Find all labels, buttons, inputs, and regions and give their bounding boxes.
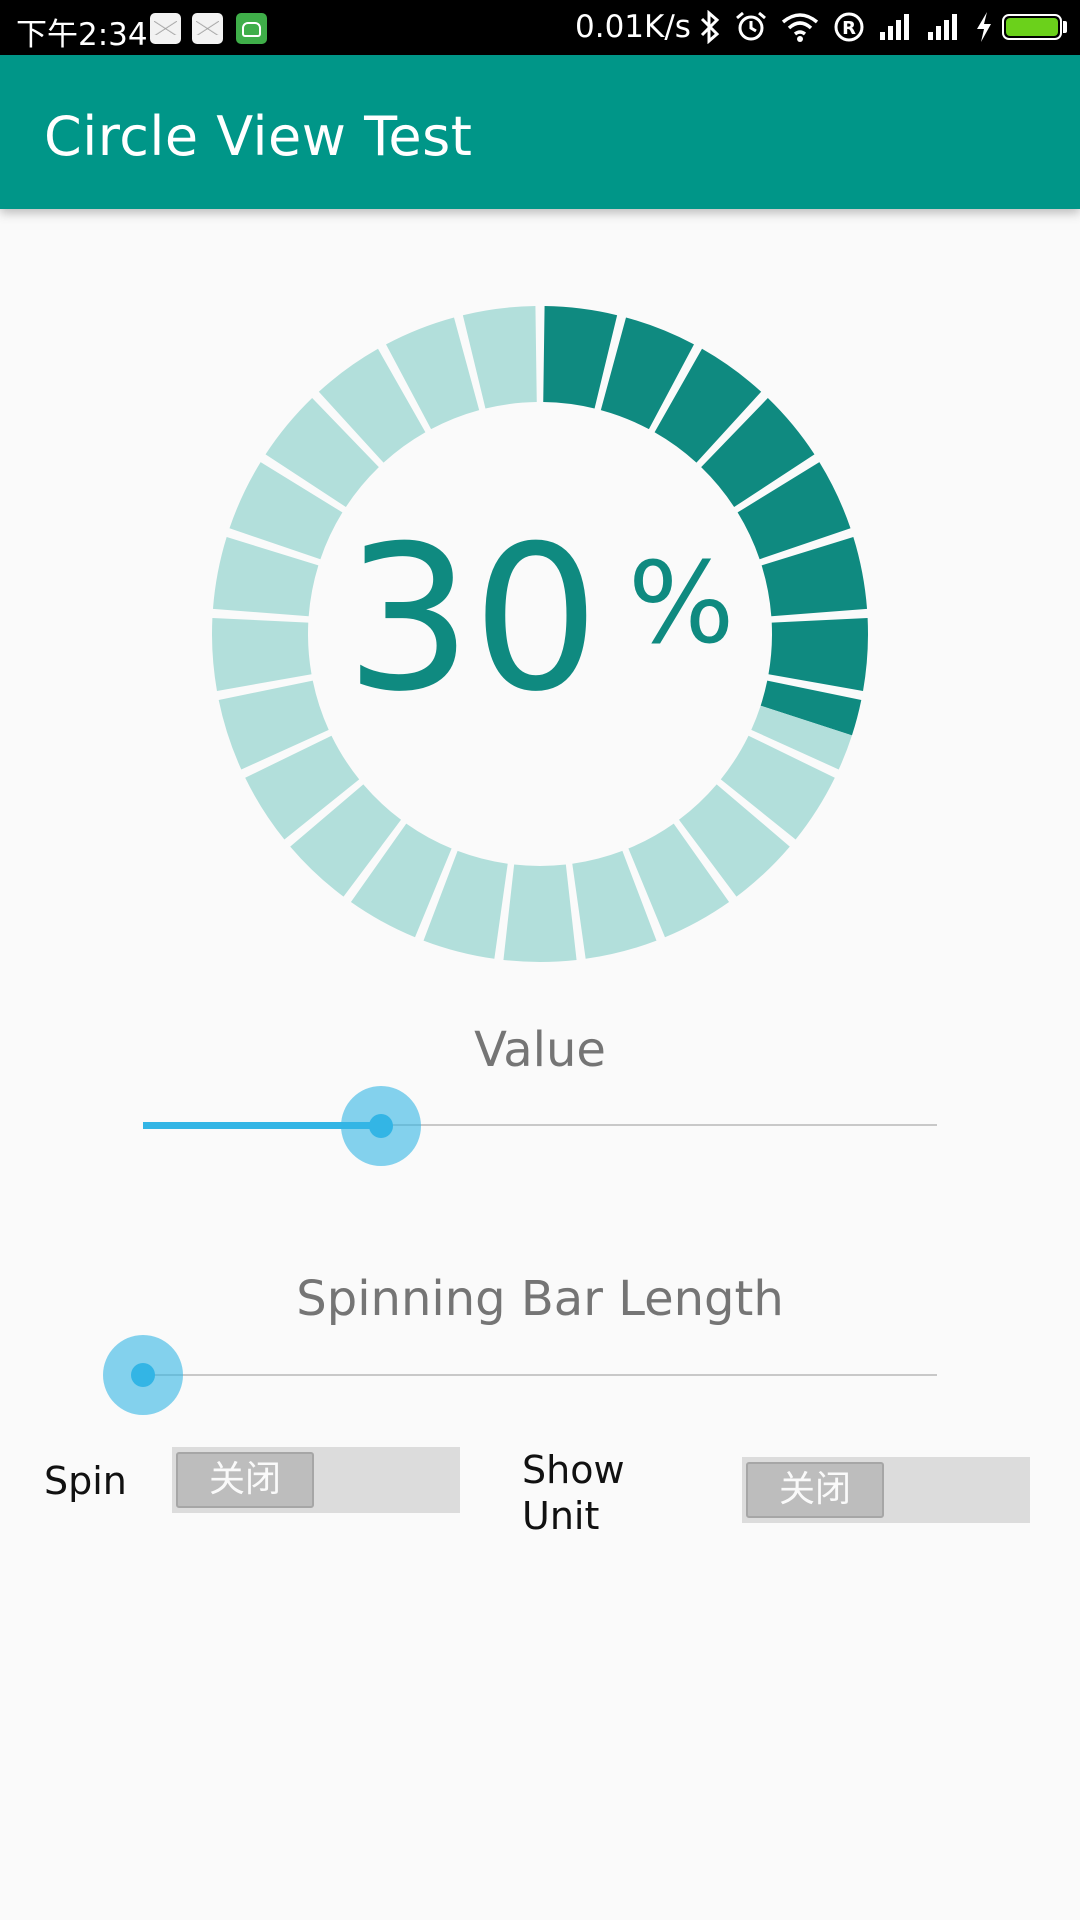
show-unit-label: Show Unit: [522, 1447, 625, 1539]
spin-length-slider-track[interactable]: [143, 1374, 937, 1376]
circle-segment-inactive: [503, 864, 577, 962]
value-label: Value: [474, 1022, 606, 1078]
circle-segment-inactive: [212, 617, 312, 691]
show-unit-switch-knob[interactable]: 关闭: [746, 1462, 884, 1518]
show-unit-label-line2: Unit: [522, 1494, 600, 1538]
circle-progress-view[interactable]: [0, 0, 1080, 1000]
show-unit-switch[interactable]: 关闭: [742, 1457, 1030, 1523]
spin-switch[interactable]: 关闭: [172, 1447, 460, 1513]
percent-unit: %: [628, 539, 735, 669]
circle-segment-active: [768, 617, 868, 691]
spin-switch-knob[interactable]: 关闭: [176, 1452, 314, 1508]
value-slider-thumb[interactable]: [369, 1114, 394, 1138]
spin-length-slider-thumb[interactable]: [131, 1363, 155, 1387]
spin-label: Spin: [44, 1459, 127, 1503]
percent-value: 30: [345, 503, 600, 736]
show-unit-label-line1: Show: [522, 1448, 625, 1492]
spinning-bar-length-label: Spinning Bar Length: [296, 1271, 784, 1327]
